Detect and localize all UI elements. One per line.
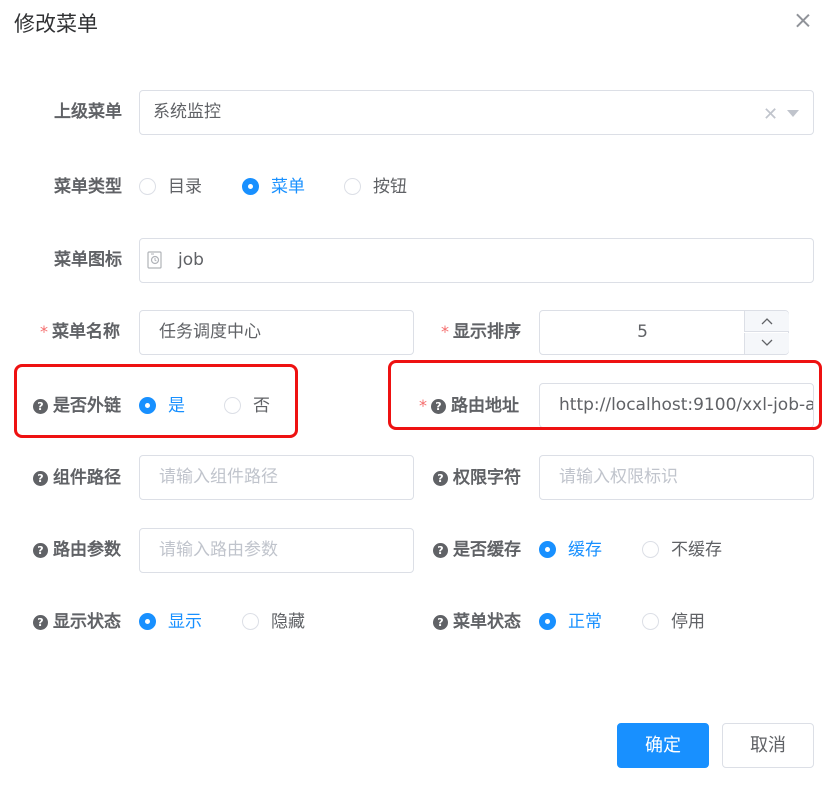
display-order-stepper[interactable]: 5: [539, 310, 789, 355]
radio-circle: [344, 178, 361, 195]
permission-label-text: 权限字符: [453, 468, 521, 488]
menu-icon-label: 菜单图标: [54, 250, 122, 270]
radio-circle: [139, 613, 156, 630]
dialog-title: 修改菜单: [14, 12, 98, 36]
decrease-button[interactable]: [744, 333, 789, 354]
caret-down-icon[interactable]: [787, 110, 799, 117]
highlight-box-route: [388, 360, 822, 430]
display-order-value[interactable]: 5: [540, 311, 745, 354]
radio-label: 按钮: [373, 177, 407, 197]
radio-label: 菜单: [271, 177, 305, 197]
permission-label: ? 权限字符: [433, 466, 521, 490]
radio-label: 目录: [168, 177, 202, 197]
is-cache-label: ? 是否缓存: [433, 538, 521, 562]
question-icon: ?: [433, 543, 448, 558]
component-path-input[interactable]: 请输入组件路径: [139, 455, 414, 500]
is-cache-label-text: 是否缓存: [453, 540, 521, 560]
radio-circle: [242, 178, 259, 195]
chevron-down-icon: [761, 339, 773, 346]
question-icon: ?: [33, 543, 48, 558]
component-path-label-text: 组件路径: [53, 468, 121, 488]
status-label-text: 菜单状态: [453, 612, 521, 632]
component-path-label: ? 组件路径: [33, 466, 121, 490]
question-icon: ?: [33, 615, 48, 630]
display-order-label-text: 显示排序: [453, 322, 521, 342]
menu-icon-input[interactable]: job: [139, 238, 814, 283]
question-icon: ?: [33, 471, 48, 486]
confirm-button[interactable]: 确定: [617, 723, 709, 768]
visible-label: ? 显示状态: [33, 610, 121, 634]
radio-circle: [242, 613, 259, 630]
chevron-up-icon: [761, 318, 773, 325]
radio-menu-type-directory[interactable]: 目录: [139, 175, 202, 199]
cancel-button[interactable]: 取消: [722, 723, 814, 768]
radio-circle: [642, 541, 659, 558]
parent-menu-select[interactable]: 系统监控: [139, 90, 814, 135]
parent-menu-label: 上级菜单: [54, 102, 122, 122]
radio-visible-show[interactable]: 显示: [139, 610, 202, 634]
increase-button[interactable]: [744, 311, 789, 332]
required-asterisk: *: [441, 322, 449, 341]
menu-name-label-text: 菜单名称: [52, 322, 120, 342]
radio-cache-yes[interactable]: 缓存: [539, 538, 602, 562]
radio-label: 正常: [568, 612, 602, 632]
clear-icon[interactable]: ✕: [763, 104, 778, 125]
route-params-input[interactable]: 请输入路由参数: [139, 528, 414, 573]
radio-label: 显示: [168, 612, 202, 632]
visible-label-text: 显示状态: [53, 612, 121, 632]
question-icon: ?: [433, 615, 448, 630]
radio-circle: [642, 613, 659, 630]
question-icon: ?: [433, 471, 448, 486]
permission-input[interactable]: 请输入权限标识: [539, 455, 814, 500]
radio-visible-hide[interactable]: 隐藏: [242, 610, 305, 634]
radio-status-disabled[interactable]: 停用: [642, 610, 705, 634]
radio-menu-type-button[interactable]: 按钮: [344, 175, 407, 199]
radio-cache-no[interactable]: 不缓存: [642, 538, 722, 562]
display-order-label: * 显示排序: [441, 320, 521, 344]
route-params-label-text: 路由参数: [53, 540, 121, 560]
menu-type-label: 菜单类型: [54, 177, 122, 197]
radio-label: 不缓存: [671, 540, 722, 560]
job-icon: [147, 251, 162, 269]
radio-circle: [539, 613, 556, 630]
status-label: ? 菜单状态: [433, 610, 521, 634]
required-asterisk: *: [40, 322, 48, 341]
highlight-box-external: [14, 364, 298, 438]
radio-menu-type-menu[interactable]: 菜单: [242, 175, 305, 199]
radio-label: 停用: [671, 612, 705, 632]
radio-status-normal[interactable]: 正常: [539, 610, 602, 634]
radio-circle: [539, 541, 556, 558]
menu-name-input[interactable]: 任务调度中心: [139, 310, 414, 355]
radio-circle: [139, 178, 156, 195]
close-icon[interactable]: [794, 12, 812, 30]
route-params-label: ? 路由参数: [33, 538, 121, 562]
radio-label: 隐藏: [271, 612, 305, 632]
radio-label: 缓存: [568, 540, 602, 560]
menu-name-label: * 菜单名称: [40, 320, 120, 344]
